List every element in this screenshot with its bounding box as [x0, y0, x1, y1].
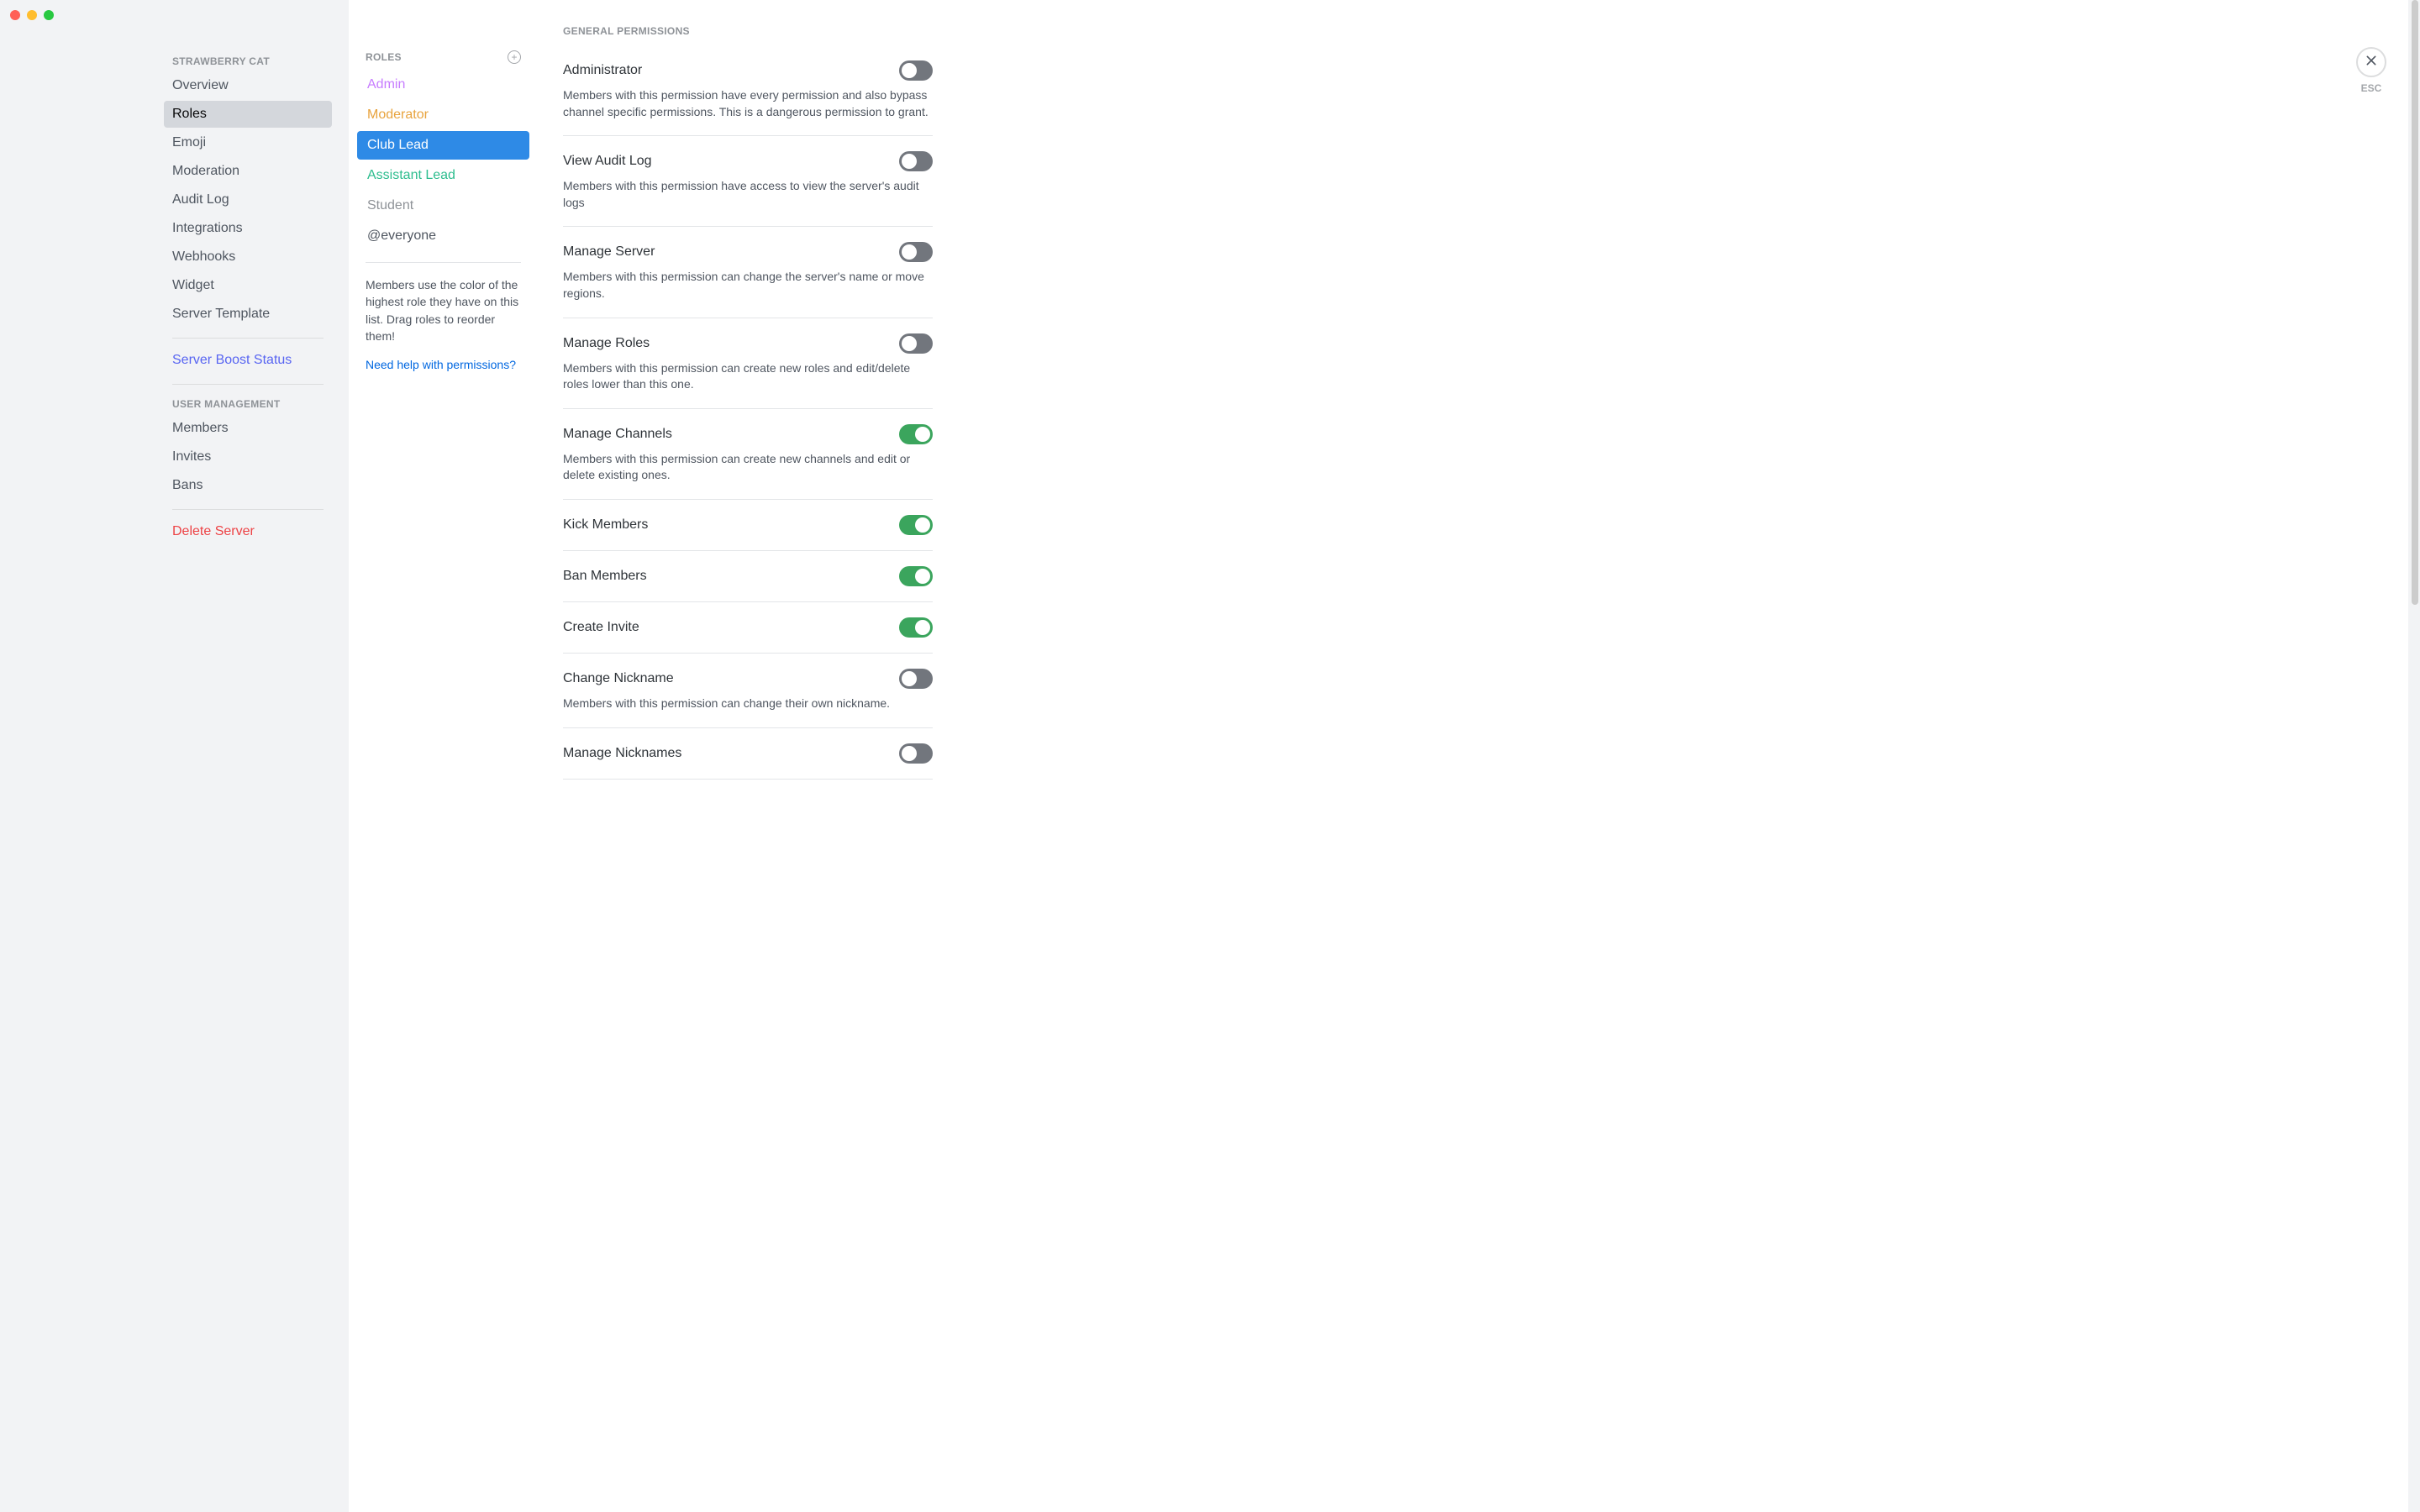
sidebar-item-webhooks[interactable]: Webhooks — [164, 244, 332, 270]
permission-toggle[interactable] — [899, 242, 933, 262]
permissions-column: GENERAL PERMISSIONS Administrator Members… — [538, 0, 933, 1512]
toggle-knob — [915, 569, 930, 584]
toggle-knob — [902, 154, 917, 169]
sidebar-item-bans[interactable]: Bans — [164, 472, 332, 499]
app-root: STRAWBERRY CAT Overview Roles Emoji Mode… — [0, 0, 2420, 1512]
permission-title: Kick Members — [563, 517, 648, 533]
permission-title: Create Invite — [563, 620, 639, 635]
server-name-header: STRAWBERRY CAT — [164, 50, 332, 72]
permission-toggle[interactable] — [899, 617, 933, 638]
permission-title: Manage Channels — [563, 427, 672, 442]
window-minimize-dot[interactable] — [27, 10, 37, 20]
plus-icon: + — [511, 52, 517, 62]
permission-toggle[interactable] — [899, 669, 933, 689]
toggle-knob — [902, 746, 917, 761]
permission-item: Manage Channels Members with this permiss… — [563, 409, 933, 500]
permission-item: Administrator Members with this permissio… — [563, 60, 933, 136]
sidebar-separator — [172, 338, 324, 339]
permission-toggle[interactable] — [899, 743, 933, 764]
permission-description: Members with this permission have access… — [563, 178, 933, 211]
toggle-knob — [902, 244, 917, 260]
settings-sidebar: STRAWBERRY CAT Overview Roles Emoji Mode… — [0, 0, 349, 1512]
permission-item: Kick Members — [563, 500, 933, 551]
roles-divider — [366, 262, 521, 263]
permission-toggle[interactable] — [899, 60, 933, 81]
permission-toggle[interactable] — [899, 515, 933, 535]
sidebar-item-invites[interactable]: Invites — [164, 444, 332, 470]
sidebar-item-audit-log[interactable]: Audit Log — [164, 186, 332, 213]
roles-header-label: ROLES — [366, 51, 402, 63]
close-settings-area: ESC — [2356, 47, 2386, 94]
permission-title: Manage Server — [563, 244, 655, 260]
role-item[interactable]: Student — [357, 192, 529, 220]
role-item[interactable]: Admin — [357, 71, 529, 99]
permission-title: Administrator — [563, 63, 642, 78]
permissions-section-header: GENERAL PERMISSIONS — [563, 25, 933, 37]
roles-hint-text: Members use the color of the highest rol… — [357, 276, 529, 344]
sidebar-item-emoji[interactable]: Emoji — [164, 129, 332, 156]
permission-title: Change Nickname — [563, 671, 674, 686]
sidebar-item-delete-server[interactable]: Delete Server — [164, 518, 332, 545]
permission-toggle[interactable] — [899, 333, 933, 354]
sidebar-separator — [172, 384, 324, 385]
permission-item: Manage Nicknames — [563, 728, 933, 780]
sidebar-separator — [172, 509, 324, 510]
permission-item: Create Invite — [563, 602, 933, 654]
user-management-header: USER MANAGEMENT — [164, 393, 332, 415]
sidebar-item-overview[interactable]: Overview — [164, 72, 332, 99]
permission-title: Manage Nicknames — [563, 746, 681, 761]
roles-column: ROLES + AdminModeratorClub LeadAssistant… — [349, 0, 538, 1512]
permission-description: Members with this permission can create … — [563, 360, 933, 393]
window-controls — [10, 10, 54, 20]
permission-toggle[interactable] — [899, 566, 933, 586]
toggle-knob — [915, 427, 930, 442]
toggle-knob — [902, 63, 917, 78]
permission-title: View Audit Log — [563, 154, 652, 169]
sidebar-item-server-template[interactable]: Server Template — [164, 301, 332, 328]
window-maximize-dot[interactable] — [44, 10, 54, 20]
permission-item: Ban Members — [563, 551, 933, 602]
toggle-knob — [902, 336, 917, 351]
permissions-help-link[interactable]: Need help with permissions? — [357, 358, 529, 371]
permission-item: Change Nickname Members with this permiss… — [563, 654, 933, 728]
add-role-button[interactable]: + — [508, 50, 521, 64]
role-item[interactable]: Club Lead — [357, 131, 529, 160]
permission-description: Members with this permission can create … — [563, 451, 933, 484]
role-item[interactable]: @everyone — [357, 222, 529, 250]
scrollbar-track[interactable] — [2408, 0, 2420, 1512]
close-icon — [2365, 54, 2378, 71]
role-item[interactable]: Moderator — [357, 101, 529, 129]
sidebar-item-boost-status[interactable]: Server Boost Status — [164, 347, 332, 374]
permission-title: Manage Roles — [563, 336, 650, 351]
sidebar-item-members[interactable]: Members — [164, 415, 332, 442]
toggle-knob — [902, 671, 917, 686]
role-item[interactable]: Assistant Lead — [357, 161, 529, 190]
permission-description: Members with this permission have every … — [563, 87, 933, 120]
toggle-knob — [915, 620, 930, 635]
permission-item: Manage Server Members with this permissio… — [563, 227, 933, 318]
toggle-knob — [915, 517, 930, 533]
sidebar-item-widget[interactable]: Widget — [164, 272, 332, 299]
close-settings-button[interactable] — [2356, 47, 2386, 77]
scrollbar-thumb[interactable] — [2412, 0, 2418, 605]
main-content: ROLES + AdminModeratorClub LeadAssistant… — [349, 0, 2420, 1512]
esc-label: ESC — [2361, 82, 2382, 94]
sidebar-item-integrations[interactable]: Integrations — [164, 215, 332, 242]
permission-description: Members with this permission can change … — [563, 269, 933, 302]
permission-description: Members with this permission can change … — [563, 696, 933, 712]
sidebar-item-moderation[interactable]: Moderation — [164, 158, 332, 185]
sidebar-item-roles[interactable]: Roles — [164, 101, 332, 128]
permission-item: Manage Roles Members with this permission… — [563, 318, 933, 409]
permission-title: Ban Members — [563, 569, 647, 584]
permission-item: View Audit Log Members with this permissi… — [563, 136, 933, 227]
permission-toggle[interactable] — [899, 424, 933, 444]
window-close-dot[interactable] — [10, 10, 20, 20]
permission-toggle[interactable] — [899, 151, 933, 171]
